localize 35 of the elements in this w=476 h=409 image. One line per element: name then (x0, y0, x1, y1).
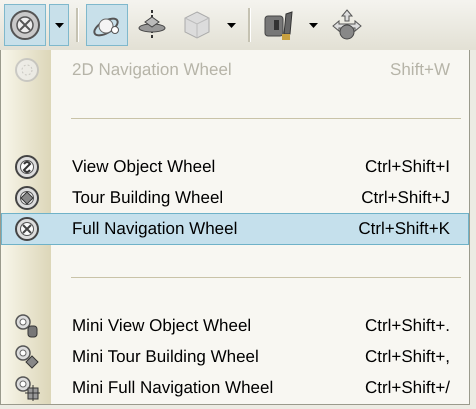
menu-item-label: View Object Wheel (72, 156, 216, 177)
wheel-icon (14, 216, 40, 242)
menu-item-label: Mini Full Navigation Wheel (72, 378, 274, 398)
shortcut-text: Shift+W (390, 60, 450, 80)
menu-item[interactable]: Full Navigation Wheel Ctrl+Shift+K (1, 213, 469, 244)
mini-wheel-icon (14, 344, 40, 370)
shortcut-text: Ctrl+Shift+. (364, 316, 450, 336)
toolbar-button[interactable] (4, 4, 46, 46)
shortcut-text: Ctrl+Shift+I (364, 156, 450, 177)
arrows-icon (330, 8, 364, 42)
dropdown-button[interactable] (49, 4, 69, 46)
menu-item[interactable]: Tour Building Wheel Ctrl+Shift+J (1, 182, 469, 214)
wheel-icon (8, 8, 42, 42)
shortcut-text: Ctrl+Shift+J (361, 188, 450, 208)
menu-item-label: Full Navigation Wheel (72, 218, 238, 239)
mini-wheel-icon (14, 375, 40, 402)
wheel-icon (14, 154, 40, 180)
menu-item-label: Tour Building Wheel (72, 188, 224, 208)
wheel-icon (14, 56, 40, 83)
menu-item-label: 2D Navigation Wheel (72, 60, 232, 80)
toolbar-button[interactable] (86, 4, 128, 46)
menu-item[interactable]: Mini Full Navigation Wheel Ctrl+Shift+/ (1, 372, 469, 404)
wheel-icon (14, 184, 40, 211)
menu-item[interactable]: View Object Wheel Ctrl+Shift+I (1, 151, 469, 182)
caret-icon (308, 22, 318, 28)
menu-item-label: Mini Tour Building Wheel (72, 347, 259, 368)
shortcut-text: Ctrl+Shift+K (358, 218, 450, 239)
shortcut-text: Ctrl+Shift+/ (364, 378, 450, 398)
caret-icon (54, 22, 64, 28)
shortcut-text: Ctrl+Shift+, (364, 347, 450, 368)
menu-item-label: Mini View Object Wheel (72, 316, 252, 336)
menu-item[interactable]: Mini Tour Building Wheel Ctrl+Shift+, (1, 342, 469, 373)
mini-wheel-icon (14, 313, 40, 340)
caret-icon (226, 22, 236, 28)
menu-item[interactable]: Mini View Object Wheel Ctrl+Shift+. (1, 310, 469, 342)
